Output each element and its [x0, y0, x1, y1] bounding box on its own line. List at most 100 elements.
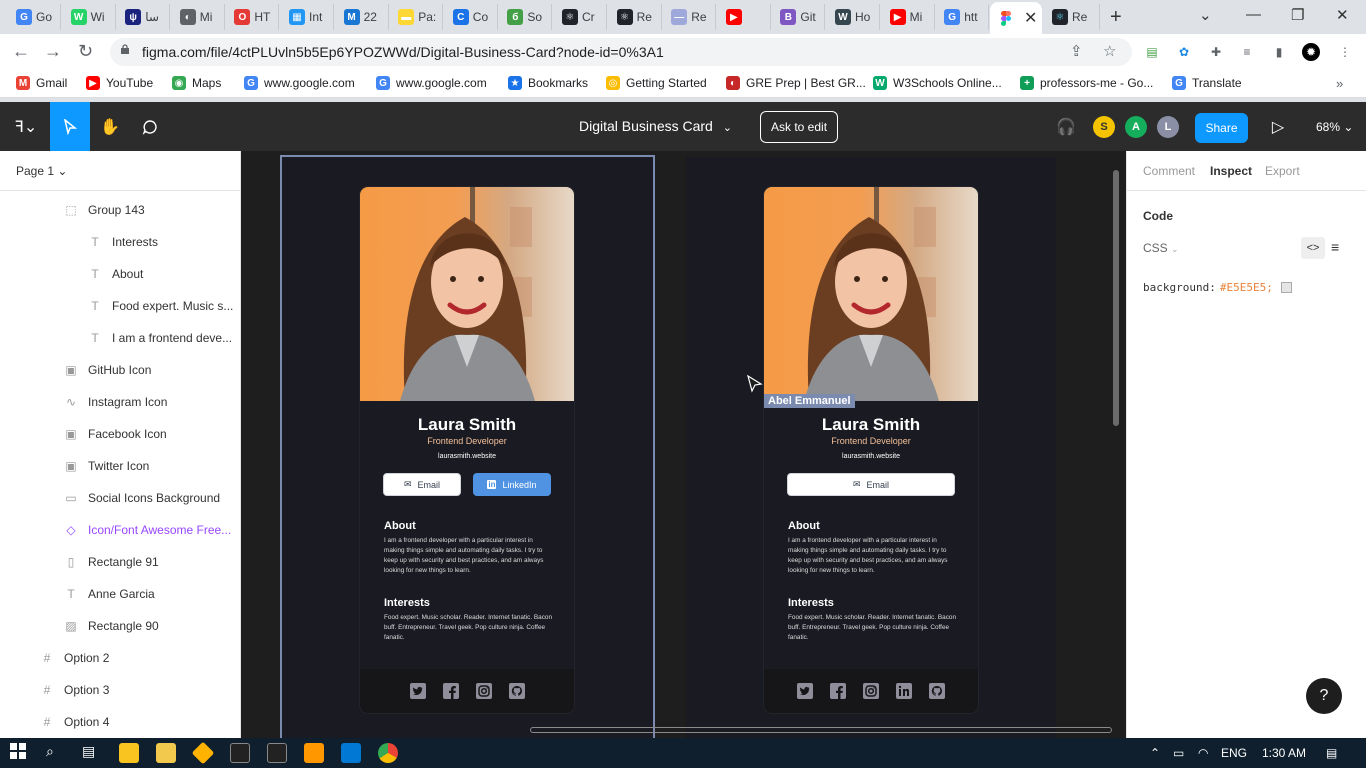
- browser-tab[interactable]: O HT: [226, 4, 280, 30]
- layer-item[interactable]: TI am a frontend deve...: [88, 322, 232, 354]
- facebook-icon[interactable]: [828, 681, 848, 701]
- vertical-scrollbar[interactable]: [1113, 170, 1119, 426]
- bookmark-item[interactable]: ◎ Getting Started: [606, 76, 707, 90]
- business-card[interactable]: Laura Smith Frontend Developer laurasmit…: [764, 187, 978, 713]
- instagram-icon[interactable]: [861, 681, 881, 701]
- extension-icon-2[interactable]: ✿: [1175, 43, 1193, 61]
- terminal-icon[interactable]: [230, 743, 250, 763]
- audio-icon[interactable]: 🎧: [1046, 102, 1086, 151]
- language-indicator[interactable]: ENG: [1221, 746, 1247, 760]
- github-icon[interactable]: [927, 681, 947, 701]
- browser-tab[interactable]: ⚛ Cr: [554, 4, 607, 30]
- minimize-button[interactable]: —: [1246, 6, 1261, 23]
- layer-item[interactable]: ▣ Facebook Icon: [64, 418, 166, 450]
- tab-last[interactable]: ⚛ Re: [1044, 4, 1100, 30]
- facebook-icon[interactable]: [441, 681, 461, 701]
- extension-icon-1[interactable]: ▤: [1143, 43, 1161, 61]
- browser-tab[interactable]: ▶: [718, 4, 771, 30]
- layer-item[interactable]: # Option 4: [40, 706, 110, 738]
- share-button[interactable]: Share: [1195, 113, 1248, 143]
- document-title[interactable]: Digital Business Card ⌄: [579, 118, 732, 134]
- bookmark-item[interactable]: M Gmail: [16, 76, 67, 90]
- browser-tab[interactable]: B Git: [772, 4, 826, 30]
- puzzle-icon[interactable]: ✚: [1207, 43, 1225, 61]
- tab-search-icon[interactable]: ⌄: [1199, 6, 1212, 24]
- browser-tab[interactable]: ◐ Mi: [172, 4, 225, 30]
- profile-avatar[interactable]: ✹: [1302, 43, 1320, 61]
- close-window-button[interactable]: ✕: [1336, 6, 1349, 24]
- bookmark-item[interactable]: ▶ YouTube: [86, 76, 153, 90]
- layer-item[interactable]: # Option 2: [40, 642, 110, 674]
- bookmark-item[interactable]: G Translate: [1172, 76, 1242, 90]
- sublime-icon[interactable]: [304, 743, 324, 763]
- battery-icon[interactable]: ▭: [1173, 746, 1184, 760]
- browser-tab[interactable]: G Go: [8, 4, 61, 30]
- layer-item[interactable]: ▣ Twitter Icon: [64, 450, 149, 482]
- tab-export[interactable]: Export: [1265, 164, 1300, 178]
- twitter-icon[interactable]: [408, 681, 428, 701]
- twitter-icon[interactable]: [795, 681, 815, 701]
- task-view-icon[interactable]: ▤: [82, 743, 102, 763]
- card-website[interactable]: laurasmith.website: [360, 453, 574, 460]
- app-icon-diamond[interactable]: [191, 741, 215, 765]
- browser-tab[interactable]: ▬ Pa:: [390, 4, 444, 30]
- share-page-icon[interactable]: ⇪: [1070, 42, 1083, 60]
- help-button[interactable]: ?: [1306, 678, 1342, 714]
- frame-option-2[interactable]: Laura Smith Frontend Developer laurasmit…: [686, 157, 1056, 738]
- browser-tab[interactable]: — Re: [663, 4, 717, 30]
- page-selector[interactable]: Page 1 ⌄: [0, 151, 240, 191]
- move-tool[interactable]: [50, 102, 90, 151]
- sidepanel-icon[interactable]: ▮: [1270, 43, 1288, 61]
- ask-to-edit-button[interactable]: Ask to edit: [760, 111, 839, 143]
- canvas[interactable]: Laura Smith Frontend Developer laurasmit…: [241, 151, 1126, 738]
- vscode-icon[interactable]: [341, 743, 361, 763]
- browser-tab[interactable]: ψ ﺳﺎ: [117, 4, 171, 30]
- business-card[interactable]: Laura Smith Frontend Developer laurasmit…: [360, 187, 574, 713]
- github-icon[interactable]: [507, 681, 527, 701]
- instagram-icon[interactable]: [474, 681, 494, 701]
- tab-comment[interactable]: Comment: [1143, 164, 1195, 178]
- windows-start-icon[interactable]: [10, 743, 30, 763]
- figma-menu-button[interactable]: ꟻ⌄: [2, 102, 50, 151]
- layer-item[interactable]: ▨ Rectangle 90: [64, 610, 158, 642]
- avatar-l[interactable]: L: [1157, 116, 1179, 138]
- linkedin-icon[interactable]: [894, 681, 914, 701]
- bookmark-item[interactable]: ◉ Maps: [172, 76, 221, 90]
- layer-item[interactable]: ▣ GitHub Icon: [64, 354, 151, 386]
- tray-chevron-icon[interactable]: ⌃: [1150, 746, 1160, 760]
- chrome-taskbar-icon[interactable]: [378, 743, 398, 763]
- search-icon[interactable]: ⌕: [46, 743, 66, 763]
- avatar-s[interactable]: S: [1093, 116, 1115, 138]
- tab-inspect[interactable]: Inspect: [1210, 164, 1252, 178]
- layer-item[interactable]: T Food expert. Music s...: [88, 290, 233, 322]
- store-icon[interactable]: [156, 743, 176, 763]
- language-select[interactable]: CSS ⌄: [1143, 241, 1179, 255]
- layer-item[interactable]: ▯ Rectangle 91: [64, 546, 159, 578]
- comment-tool[interactable]: [130, 102, 170, 151]
- layer-item[interactable]: ▭ Social Icons Background: [64, 482, 220, 514]
- layer-item[interactable]: T Interests: [88, 226, 158, 258]
- hand-tool[interactable]: ✋: [90, 102, 130, 151]
- bookmark-item[interactable]: + professors-me - Go...: [1020, 76, 1153, 90]
- bookmark-star-icon[interactable]: ☆: [1103, 42, 1116, 60]
- layer-item[interactable]: ∿ Instagram Icon: [64, 386, 167, 418]
- close-tab-icon[interactable]: ✕: [1024, 8, 1037, 28]
- zoom-level[interactable]: 68% ⌄: [1316, 120, 1353, 134]
- browser-tab[interactable]: б So: [499, 4, 553, 30]
- menu-icon[interactable]: ⋮: [1336, 43, 1354, 61]
- linkedin-button[interactable]: in LinkedIn: [473, 473, 551, 496]
- url-bar[interactable]: figma.com/file/4ctPLUvln5b5Ep6YPOZWWd/Di…: [110, 38, 1132, 66]
- browser-tab[interactable]: ⚛ Re: [609, 4, 662, 30]
- browser-tab[interactable]: M 22: [336, 4, 389, 30]
- browser-tab[interactable]: W Wi: [63, 4, 116, 30]
- forward-button[interactable]: →: [44, 41, 62, 62]
- tab-active-figma[interactable]: ✕: [990, 2, 1042, 34]
- browser-tab[interactable]: Ghtt: [936, 4, 990, 30]
- restore-button[interactable]: ❐: [1291, 6, 1304, 24]
- avatar-a[interactable]: A: [1125, 116, 1147, 138]
- cmd-icon[interactable]: [267, 743, 287, 763]
- new-tab-button[interactable]: +: [1110, 6, 1122, 29]
- bookmark-item[interactable]: W W3Schools Online...: [873, 76, 1002, 90]
- back-button[interactable]: ←: [12, 41, 30, 62]
- layer-item[interactable]: # Option 3: [40, 674, 110, 706]
